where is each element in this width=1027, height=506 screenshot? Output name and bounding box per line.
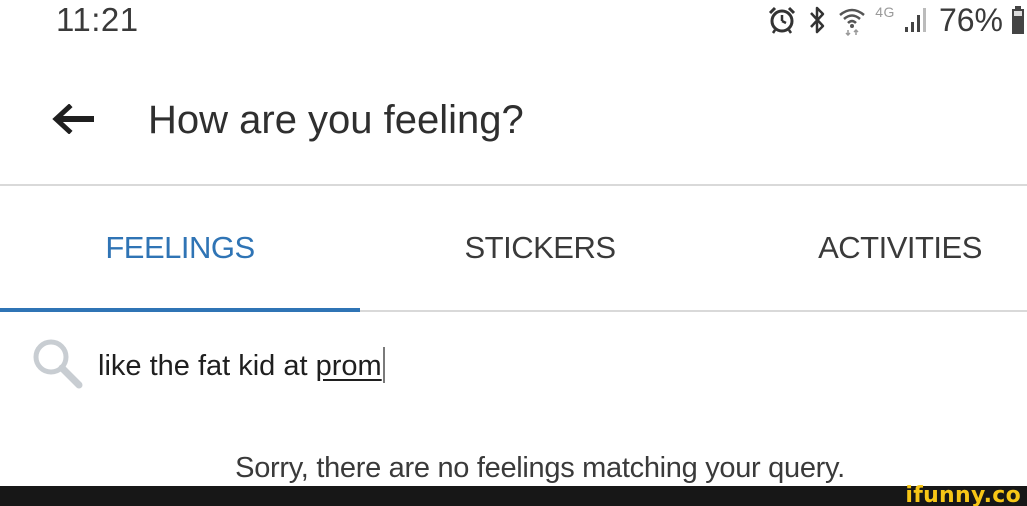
page-title: How are you feeling?: [148, 98, 524, 142]
arrow-left-icon: [51, 102, 97, 139]
watermark-bar: ifunny.co: [0, 483, 1027, 506]
signal-icon: [903, 6, 929, 34]
search-input-text: like the fat kid at: [98, 350, 316, 382]
network-type: 4G: [875, 4, 895, 20]
text-cursor: [382, 347, 385, 383]
tab-activities[interactable]: ACTIVITIES: [720, 186, 1027, 310]
search-input-composing-text: prom: [315, 350, 382, 382]
battery-icon: [1011, 5, 1025, 35]
active-tab-indicator: [0, 308, 360, 312]
screen: 11:21 4G 76% How are you feeling? FEELIN…: [0, 0, 1027, 506]
battery-percent: 76%: [938, 2, 1003, 38]
tabs-divider: [360, 310, 1027, 312]
tab-bar: FEELINGS STICKERS ACTIVITIES: [0, 186, 1027, 312]
status-bar: 11:21 4G 76%: [0, 0, 1027, 40]
search-input[interactable]: like the fat kid at prom: [98, 344, 385, 388]
tab-feelings[interactable]: FEELINGS: [0, 186, 360, 310]
back-button[interactable]: [50, 102, 98, 139]
status-icons: 4G 76%: [767, 0, 1025, 40]
wifi-icon: [837, 4, 867, 36]
empty-state-message: Sorry, there are no feelings matching yo…: [235, 452, 845, 484]
tab-stickers[interactable]: STICKERS: [360, 186, 720, 310]
app-header: How are you feeling?: [0, 60, 1027, 184]
search-bar: like the fat kid at prom: [0, 330, 1027, 400]
alarm-icon: [767, 5, 797, 35]
search-icon: [30, 336, 86, 392]
status-time: 11:21: [56, 1, 139, 38]
watermark-logo: ifunny.co: [905, 483, 1021, 506]
bluetooth-icon: [805, 5, 829, 35]
